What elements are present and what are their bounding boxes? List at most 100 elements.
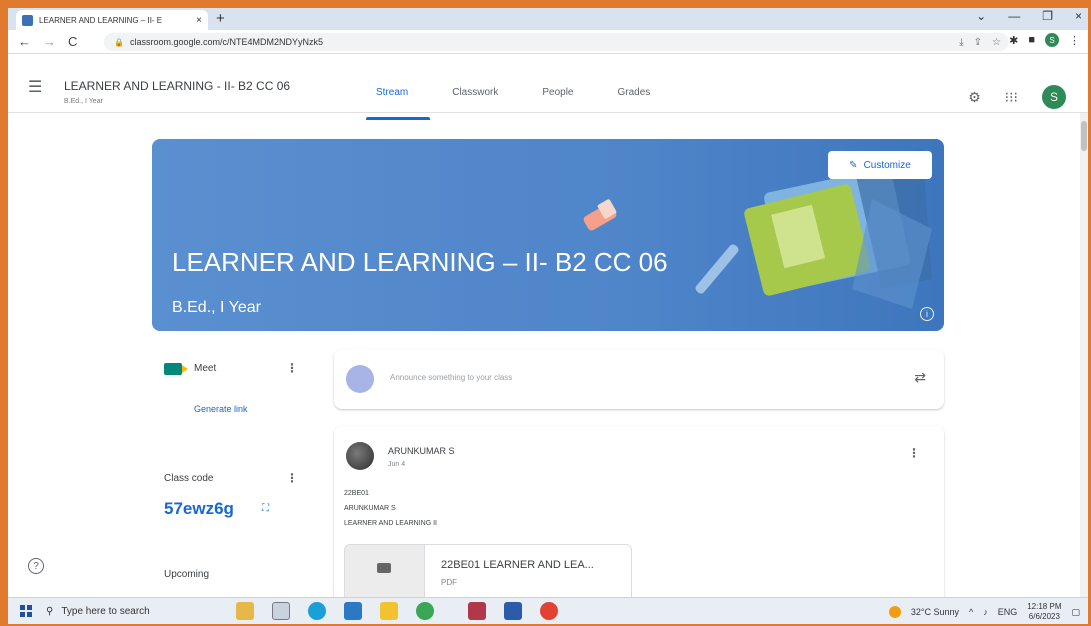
windows-start-icon[interactable] xyxy=(20,605,32,617)
word-icon[interactable] xyxy=(504,602,522,620)
main-menu-icon[interactable]: ☰ xyxy=(28,77,42,97)
author-avatar xyxy=(346,442,374,470)
banner-title: LEARNER AND LEARNING – II- B2 CC 06 xyxy=(172,247,668,277)
customize-label: Customize xyxy=(863,159,911,171)
pencil-icon: ✎ xyxy=(849,159,858,171)
attachment-type: PDF xyxy=(441,578,457,587)
upcoming-label: Upcoming xyxy=(164,569,210,580)
edge-icon[interactable] xyxy=(308,602,326,620)
language-indicator[interactable]: ENG xyxy=(998,607,1018,617)
course-subtitle: B.Ed., I Year xyxy=(64,98,103,105)
system-tray: 32°C Sunny ^ ♪ ENG 12:18 PM 6/6/2023 ▢ xyxy=(888,602,1080,622)
course-title[interactable]: LEARNER AND LEARNING - II- B2 CC 06 xyxy=(64,79,290,93)
google-meet-icon xyxy=(164,363,188,375)
clock-date: 6/6/2023 xyxy=(1028,612,1060,621)
post-line: ARUNKUMAR S xyxy=(344,505,396,512)
minimize-button[interactable]: — xyxy=(1008,9,1020,23)
bookmark-star-icon[interactable]: ☆ xyxy=(992,37,1001,48)
weather-text[interactable]: 32°C Sunny xyxy=(911,607,959,617)
close-window-button[interactable]: × xyxy=(1075,9,1082,23)
class-settings-gear-icon[interactable]: ⚙ xyxy=(968,89,981,106)
new-tab-button[interactable]: + xyxy=(216,10,225,27)
widgets-icon[interactable] xyxy=(236,602,254,620)
task-view-icon[interactable] xyxy=(272,602,290,620)
post-author: ARUNKUMAR S xyxy=(388,446,455,456)
install-icon[interactable]: ⤓ xyxy=(959,37,963,48)
classroom-header: ☰ LEARNER AND LEARNING - II- B2 CC 06 B.… xyxy=(8,55,1088,120)
course-banner: LEARNER AND LEARNING – II- B2 CC 06 B.Ed… xyxy=(152,139,944,331)
tab-stream[interactable]: Stream xyxy=(365,87,431,120)
announce-placeholder: Announce something to your class xyxy=(390,373,513,382)
lock-icon: 🔒 xyxy=(114,37,124,47)
browser-tabstrip: LEARNER AND LEARNING – II- E × + ⌄ — ❐ × xyxy=(8,8,1088,30)
customize-button[interactable]: ✎ Customize xyxy=(828,151,932,179)
windows-taskbar: ⚲ Type here to search 32°C Sunny ^ ♪ ENG… xyxy=(8,597,1088,624)
post-line: 22BE01 xyxy=(344,490,369,497)
user-avatar-icon xyxy=(346,365,374,393)
back-icon[interactable]: ← xyxy=(18,34,31,49)
forward-icon[interactable]: → xyxy=(43,34,56,49)
chrome-profile-icon[interactable] xyxy=(416,602,434,620)
google-apps-icon[interactable]: ⁝⁝⁝ xyxy=(1005,89,1018,106)
clock-time: 12:18 PM xyxy=(1027,602,1062,611)
search-icon: ⚲ xyxy=(46,606,54,617)
fullscreen-expand-icon[interactable]: ⛶ xyxy=(262,503,269,514)
tab-classwork[interactable]: Classwork xyxy=(452,87,498,98)
chrome-icon[interactable] xyxy=(540,602,558,620)
browser-tab[interactable]: LEARNER AND LEARNING – II- E × xyxy=(16,10,208,30)
address-bar[interactable]: 🔒 classroom.google.com/c/NTE4MDM2NDYyNzk… xyxy=(104,33,1009,51)
post-options-icon[interactable]: ⋮ xyxy=(908,446,920,460)
eraser-illustration xyxy=(583,199,617,231)
reload-icon[interactable]: C xyxy=(68,34,77,49)
window-controls: ⌄ — ❐ × xyxy=(976,9,1082,23)
class-code-card: Class code ⋮ 57ewz6g ⛶ xyxy=(152,453,304,533)
generate-link-button[interactable]: Generate link xyxy=(194,404,248,414)
extensions-area: ✱ ■ S ⋮ xyxy=(1009,33,1080,47)
post-line: LEARNER AND LEARNING II xyxy=(344,520,437,527)
weather-icon xyxy=(888,606,901,618)
taskbar-clock[interactable]: 12:18 PM 6/6/2023 xyxy=(1027,602,1061,622)
sidepanel-icon[interactable]: ■ xyxy=(1028,34,1035,46)
class-code-value: 57ewz6g xyxy=(164,499,234,518)
extensions-puzzle-icon[interactable]: ✱ xyxy=(1009,34,1018,47)
tray-overflow-icon[interactable]: ^ xyxy=(969,607,973,617)
url-text: classroom.google.com/c/NTE4MDM2NDYyNzk5 xyxy=(129,37,324,47)
taskbar-apps xyxy=(236,602,558,620)
browser-toolbar: ← → C 🔒 classroom.google.com/c/NTE4MDM2N… xyxy=(8,30,1088,54)
class-code-label: Class code xyxy=(164,473,214,484)
mail-icon[interactable] xyxy=(344,602,362,620)
attachment-name: 22BE01 LEARNER AND LEA... xyxy=(441,559,594,571)
meet-label: Meet xyxy=(194,363,217,374)
file-explorer-icon[interactable] xyxy=(380,602,398,620)
classroom-favicon-icon xyxy=(22,14,33,26)
meet-options-icon[interactable]: ⋮ xyxy=(286,361,298,375)
help-icon[interactable]: ? xyxy=(28,558,44,574)
screen: LEARNER AND LEARNING – II- E × + ⌄ — ❐ ×… xyxy=(8,8,1088,624)
repost-icon[interactable]: ⇄ xyxy=(914,369,926,386)
post-date: Jun 4 xyxy=(388,461,406,468)
tab-grades[interactable]: Grades xyxy=(618,87,651,98)
class-code-options-icon[interactable]: ⋮ xyxy=(286,471,298,485)
notifications-icon[interactable]: ▢ xyxy=(1071,607,1080,618)
banner-subtitle: B.Ed., I Year xyxy=(172,299,261,316)
tab-people[interactable]: People xyxy=(542,87,573,98)
taskbar-search[interactable]: ⚲ Type here to search xyxy=(46,601,226,622)
course-tabs: Stream Classwork People Grades xyxy=(365,87,694,120)
account-avatar[interactable]: S xyxy=(1042,85,1066,109)
share-icon[interactable]: ⇪ xyxy=(974,37,982,48)
taskbar-search-placeholder: Type here to search xyxy=(61,606,150,617)
profile-avatar[interactable]: S xyxy=(1045,33,1059,47)
meet-card: Meet ⋮ Generate link xyxy=(152,349,304,431)
close-tab-icon[interactable]: × xyxy=(196,15,202,26)
maximize-button[interactable]: ❐ xyxy=(1042,9,1053,23)
volume-icon[interactable]: ♪ xyxy=(983,607,988,617)
class-info-icon[interactable]: i xyxy=(920,307,934,321)
announce-box[interactable]: Announce something to your class ⇄ xyxy=(334,349,944,409)
chrome-menu-icon[interactable]: ⋮ xyxy=(1069,34,1080,47)
scrollbar-thumb[interactable] xyxy=(1081,121,1087,151)
browser-tab-title: LEARNER AND LEARNING – II- E xyxy=(39,15,163,25)
app-icon[interactable] xyxy=(468,602,486,620)
page-scrollbar[interactable] xyxy=(1080,113,1088,597)
tab-search-icon[interactable]: ⌄ xyxy=(976,9,986,23)
stream-post: ARUNKUMAR S Jun 4 ⋮ 22BE01 ARUNKUMAR S L… xyxy=(334,426,944,608)
